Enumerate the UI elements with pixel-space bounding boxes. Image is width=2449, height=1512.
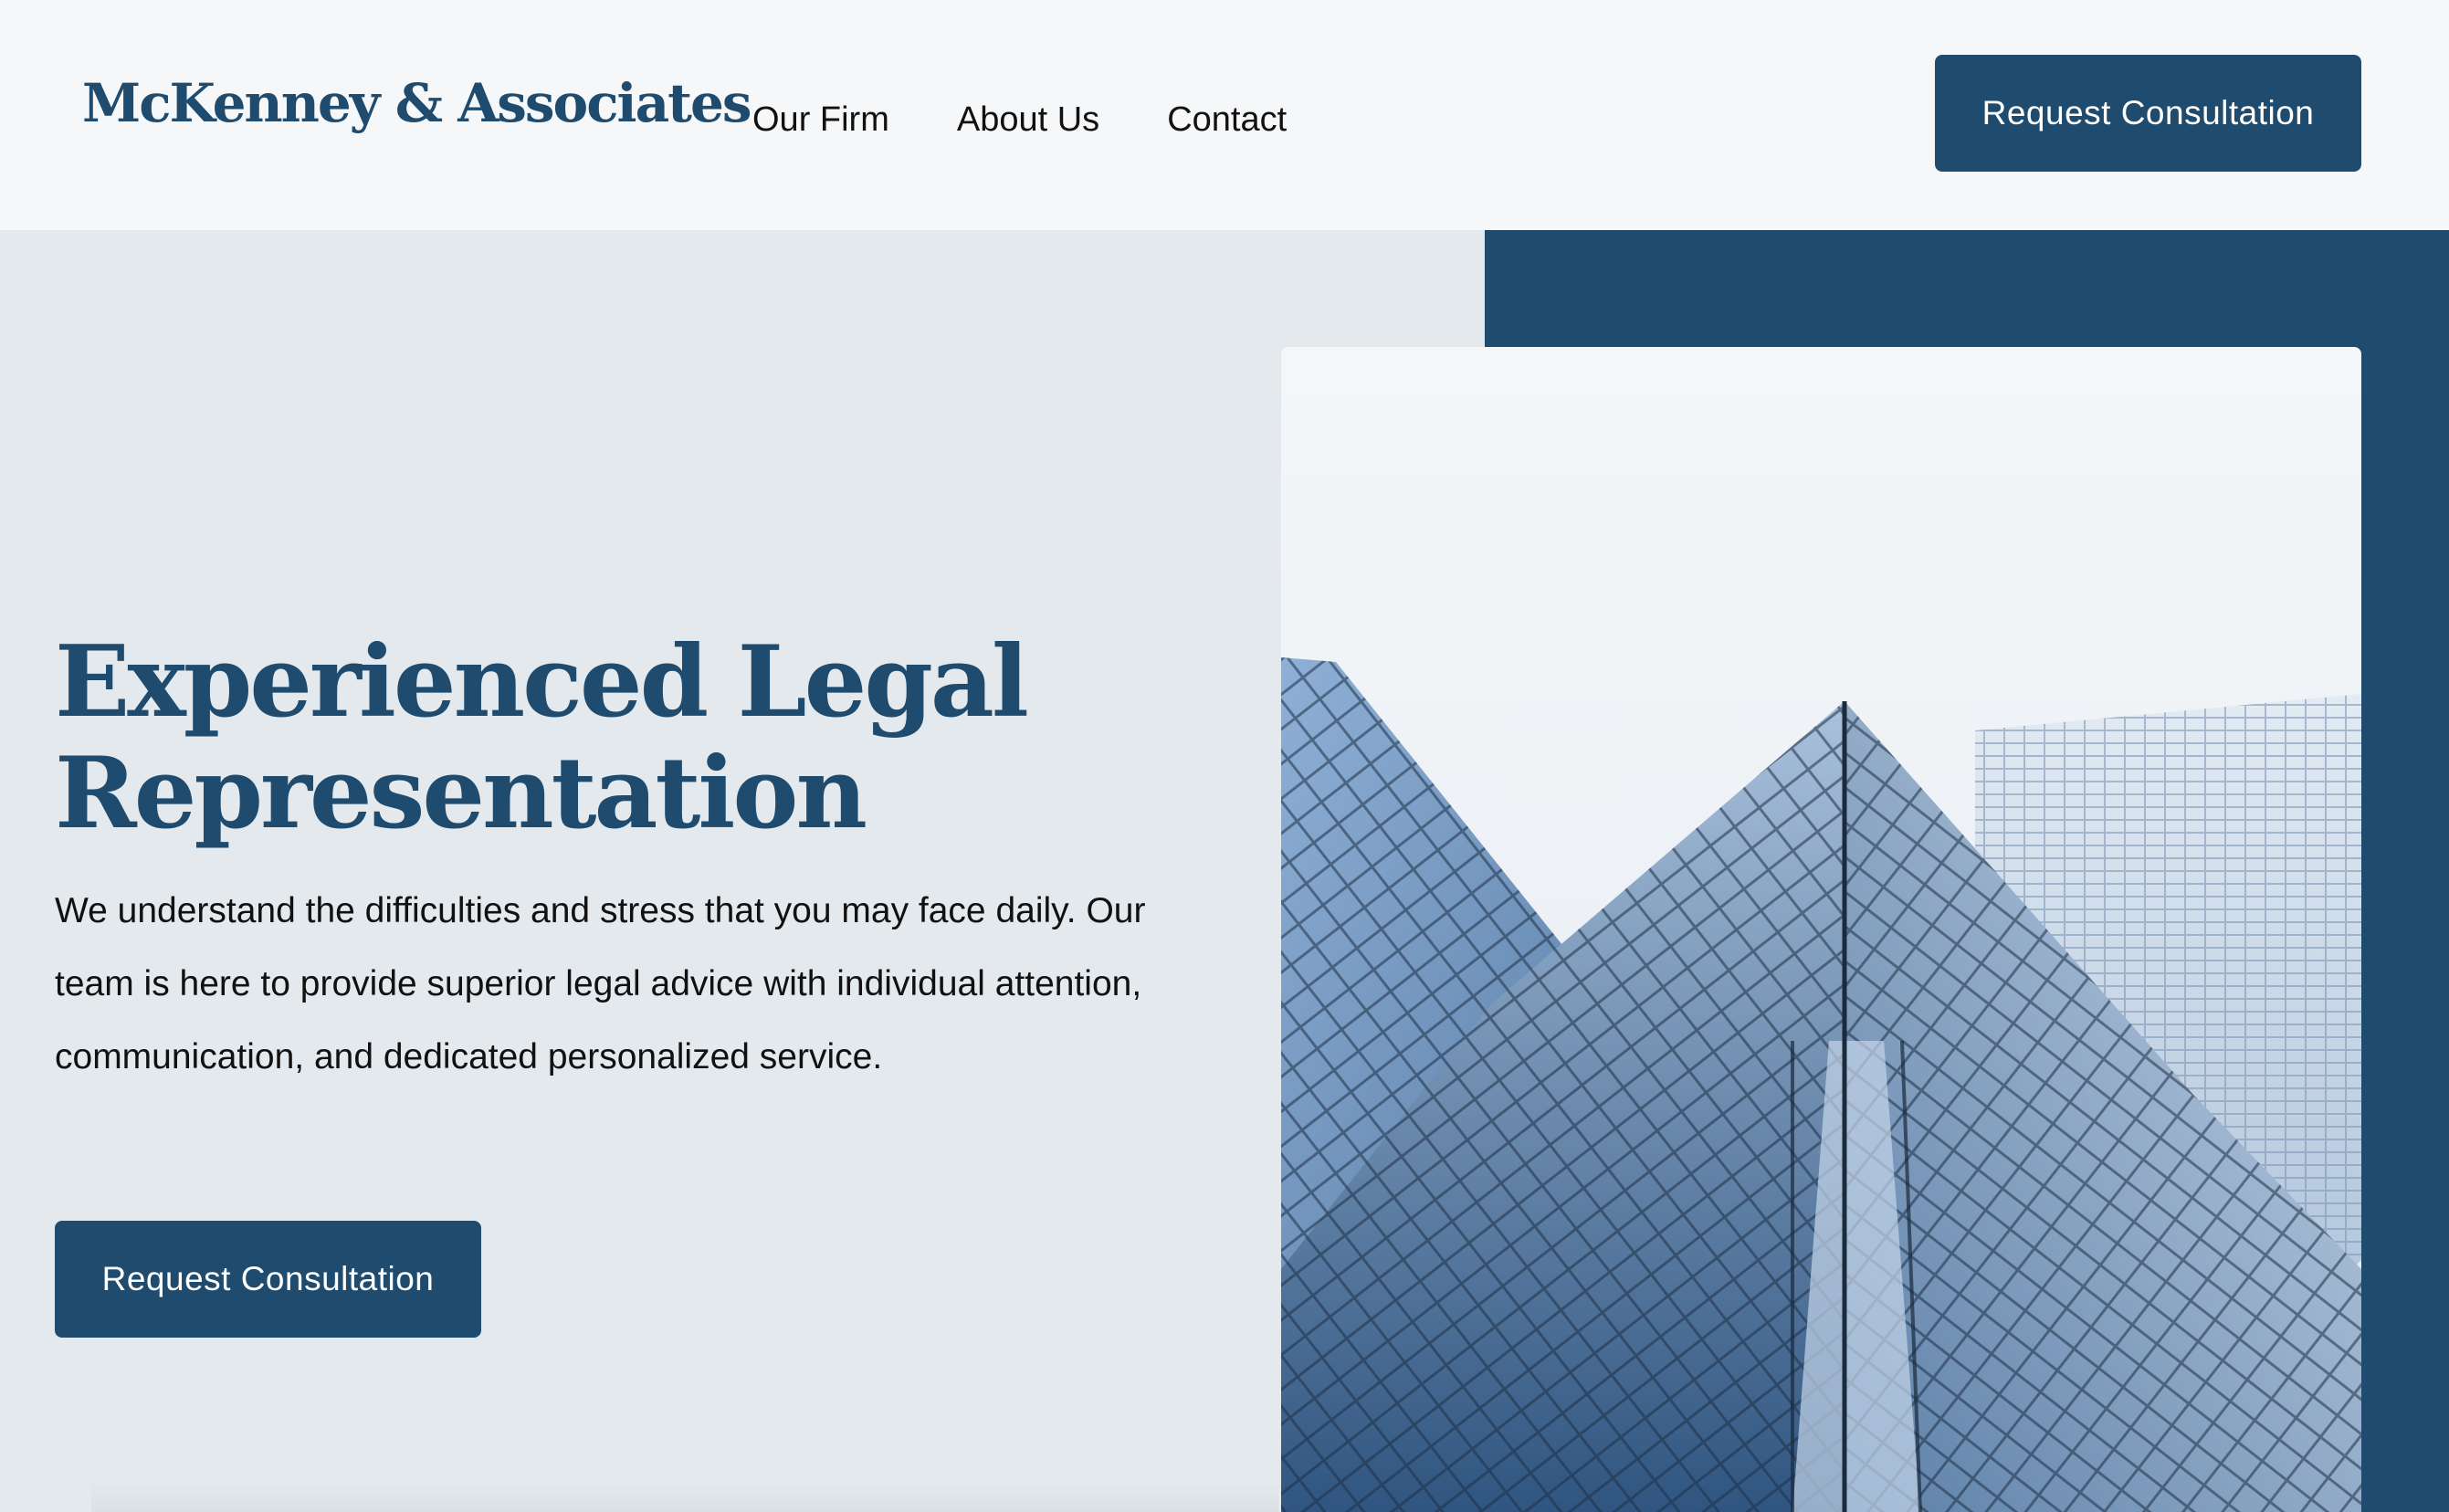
hero-title-line-1: Experienced Legal bbox=[55, 625, 1029, 740]
hero-title-line-2: Representation bbox=[55, 736, 867, 851]
nav-about-us[interactable]: About Us bbox=[957, 99, 1099, 141]
main-nav: Our Firm About Us Contact bbox=[752, 99, 1287, 141]
site-logo[interactable]: McKenney & Associates bbox=[82, 77, 752, 130]
nav-our-firm[interactable]: Our Firm bbox=[752, 99, 889, 141]
section-shadow bbox=[91, 1479, 1278, 1512]
hero-request-consultation-button[interactable]: Request Consultation bbox=[55, 1221, 481, 1338]
hero-title: Experienced Legal Representation bbox=[55, 626, 1205, 849]
site-header: McKenney & Associates Our Firm About Us … bbox=[0, 0, 2449, 230]
nav-contact[interactable]: Contact bbox=[1167, 99, 1287, 141]
header-request-consultation-button[interactable]: Request Consultation bbox=[1935, 55, 2361, 172]
hero-building-image bbox=[1281, 347, 2361, 1512]
hero-description: We understand the difficulties and stres… bbox=[55, 891, 1146, 1076]
